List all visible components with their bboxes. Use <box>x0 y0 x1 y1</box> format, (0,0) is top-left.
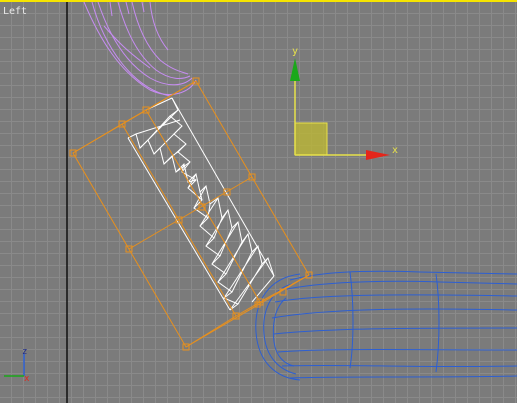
gizmo-cage[interactable] <box>72 80 310 348</box>
x-axis-arrow[interactable] <box>366 150 390 160</box>
gizmo-control-points[interactable] <box>69 77 313 351</box>
left-viewport[interactable]: y x z x Left <box>0 0 517 403</box>
y-axis-arrow[interactable] <box>290 58 300 81</box>
x-axis-label: x <box>392 145 398 156</box>
xy-plane-handle[interactable] <box>294 122 328 156</box>
tripod-z-label: z <box>22 347 27 357</box>
axis-tripod: z x <box>4 347 30 384</box>
tripod-x-label: x <box>24 374 30 384</box>
blue-wireframe-mesh[interactable] <box>255 270 517 381</box>
purple-wireframe-mesh[interactable] <box>83 2 197 97</box>
transform-gizmo[interactable]: y x <box>290 46 398 160</box>
scene-canvas[interactable]: y x z x <box>0 2 517 403</box>
y-axis-label: y <box>292 46 298 57</box>
viewport-label[interactable]: Left <box>3 6 27 17</box>
